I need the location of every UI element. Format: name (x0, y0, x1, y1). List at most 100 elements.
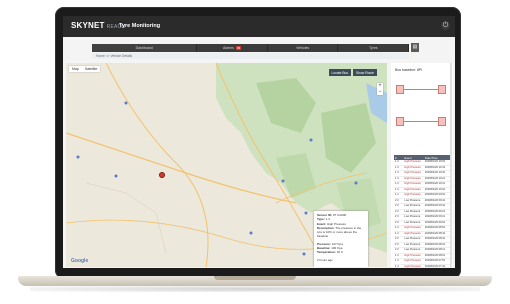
table-cell: 2018/01/20 09:31 (424, 204, 446, 207)
table-cell: 2018/01/20 10:01 (424, 187, 446, 191)
table-cell: High Pressure (404, 160, 421, 163)
table-cell: 2 3 (395, 215, 399, 218)
table-cell: High Pressure (404, 193, 421, 196)
table-cell: 2 3 (395, 209, 399, 213)
table-cell: 1 4 (395, 259, 399, 262)
laptop-notch (214, 276, 296, 280)
table-cell: High Pressure (404, 264, 421, 268)
rear-axle (404, 121, 438, 122)
breadcrumb[interactable]: Home >> Vehicle Details (96, 54, 132, 58)
vehicle-side-panel: Bus baseline: 8PI # Event Date/Time 1 4H… (391, 63, 453, 268)
alarm-count-badge: 35 (235, 46, 242, 50)
table-cell: Low Pressure (404, 242, 421, 246)
table-cell: 2018/01/20 09:11 (424, 215, 445, 218)
table-cell: 2018/01/20 09:51 (424, 193, 446, 196)
map-attribution: Google (71, 258, 89, 264)
table-cell: 2018/01/20 07:51 (424, 259, 446, 262)
map-actions: Locate Bus Show Route (328, 69, 377, 76)
table-cell: High Pressure (404, 259, 421, 262)
map-type-satellite[interactable]: Satellite (82, 66, 100, 72)
table-cell: 2018/01/20 08:01 (424, 253, 446, 257)
power-icon[interactable]: ⏻ (441, 21, 450, 30)
table-cell: 1 4 (395, 176, 399, 180)
show-route-button[interactable]: Show Route (353, 69, 377, 76)
nav-alarms-label: Alarms (222, 46, 234, 50)
table-cell: Low Pressure (404, 215, 421, 218)
tyre-rear-left[interactable] (396, 117, 404, 126)
table-cell: 2018/01/20 08:51 (424, 226, 446, 229)
table-cell: 2018/01/20 08:21 (424, 242, 446, 246)
panel-scrollbar[interactable] (450, 63, 452, 267)
table-cell: 2018/01/20 09:01 (424, 220, 446, 224)
table-cell: Low Pressure (404, 209, 421, 213)
table-cell: 2018/01/20 08:11 (424, 248, 445, 251)
nav-dashboard-label: Dashboard (135, 46, 153, 50)
table-cell: Low Pressure (404, 248, 421, 251)
table-cell: 2018/01/20 08:41 (424, 231, 446, 235)
table-cell: 2 3 (395, 248, 399, 251)
table-cell: 1 4 (395, 187, 399, 191)
map-type-toggle: Map Satellite (69, 66, 101, 72)
table-cell: High Pressure (404, 171, 421, 174)
table-cell: 1 4 (395, 165, 399, 169)
table-cell: 2018/01/20 08:31 (424, 237, 446, 240)
table-cell: 1 4 (395, 160, 399, 163)
table-cell: 2 3 (395, 204, 399, 207)
table-cell: Low Pressure (404, 204, 421, 207)
nav-dashboard[interactable]: Dashboard (92, 44, 198, 52)
nav-tyres-label: Tyres (368, 46, 378, 50)
app-header: SKYNET REACH Tyre Monitoring ⏻ (63, 16, 455, 37)
popup-description: Description: The pressure in the tyre is… (317, 225, 362, 239)
tyre-front-left[interactable] (396, 85, 404, 94)
nav-tyres[interactable]: Tyres (338, 44, 410, 52)
nav-alarms[interactable]: Alarms 35 (197, 44, 268, 52)
table-cell: 2018/01/20 10:21 (424, 176, 446, 180)
page-title: Tyre Monitoring (119, 23, 161, 29)
table-cell: 1 4 (395, 226, 399, 229)
panel-title: Bus baseline: 8PI (395, 68, 423, 72)
app-screen: SKYNET REACH Tyre Monitoring ⏻ Dashboard … (63, 16, 455, 268)
table-row[interactable]: 1 4 High Pressure 2018/01/20 07:41 (394, 265, 450, 269)
popup-footer: 2 hours ago (317, 257, 333, 262)
table-cell: Low Pressure (404, 237, 421, 240)
tyre-front-right[interactable] (438, 85, 446, 94)
brand-logo[interactable]: SKYNET REACH (71, 21, 125, 30)
table-cell: High Pressure (404, 165, 421, 169)
table-cell: 1 4 (395, 193, 399, 196)
zoom-out-button[interactable]: − (377, 89, 383, 95)
table-cell: 2 3 (395, 198, 399, 202)
table-cell: High Pressure (404, 182, 421, 185)
table-cell: 1 4 (395, 231, 399, 235)
vehicle-alert-marker[interactable] (160, 173, 164, 177)
sensor-info-popup: Sensor ID: 07 CA000 Type: 1 4 Event: Hig… (314, 211, 368, 267)
map-type-map[interactable]: Map (69, 66, 82, 72)
map-view[interactable]: Map Satellite Locate Bus Show Route + − … (66, 63, 387, 267)
table-cell: 2 3 (395, 242, 399, 246)
locate-bus-button[interactable]: Locate Bus (328, 69, 352, 76)
laptop-shadow (30, 286, 480, 292)
table-cell: 2018/01/20 10:31 (424, 171, 446, 174)
table-cell: 2018/01/20 07:41 (424, 264, 446, 268)
breadcrumb-bar: Home >> Vehicle Details (92, 53, 409, 59)
table-cell: 2018/01/20 10:51 (424, 160, 446, 163)
table-cell: High Pressure (404, 226, 421, 229)
alarm-table: # Event Date/Time 1 4 High Pressure 2018/0… (394, 155, 450, 268)
table-cell: 2018/01/20 10:41 (424, 165, 446, 169)
tyre-rear-right[interactable] (438, 117, 446, 126)
table-cell: Low Pressure (404, 220, 421, 224)
main-nav: Dashboard Alarms 35 Vehicles Tyres (92, 44, 410, 52)
table-cell: Low Pressure (404, 198, 421, 202)
table-cell: 2 3 (395, 237, 399, 240)
front-axle (404, 89, 438, 90)
table-cell: 1 4 (395, 253, 399, 257)
table-cell: 2018/01/20 10:11 (424, 182, 445, 185)
table-cell: 2018/01/20 09:21 (424, 209, 446, 213)
alarm-table-body: 1 4 High Pressure 2018/01/20 10:51 1 4 High … (394, 160, 450, 268)
table-cell: High Pressure (404, 253, 421, 257)
table-cell: High Pressure (404, 187, 421, 191)
nav-vehicles-label: Vehicles (296, 46, 310, 50)
nav-side-button[interactable]: ▤ (411, 43, 419, 52)
table-cell: 2 3 (395, 220, 399, 224)
nav-vehicles[interactable]: Vehicles (268, 44, 339, 52)
zoom-control: + − (377, 83, 383, 95)
